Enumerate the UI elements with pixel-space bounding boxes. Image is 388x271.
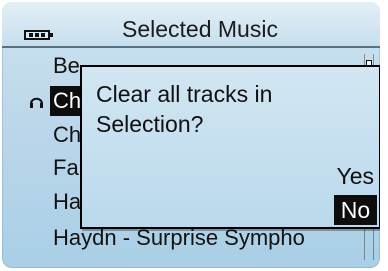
list-item-label: Fa [53,155,79,180]
yes-button[interactable]: Yes [321,162,377,191]
list-item-label: Ha [53,189,82,214]
device-frame: Selected Music Be Ch a Ch d F [0,0,388,271]
screen: Selected Music Be Ch a Ch d F [2,2,380,268]
dialog-message: Clear all tracks in Selection? [96,81,273,137]
page-title: Selected Music [122,16,278,42]
battery-cell [41,33,45,37]
headphones-icon [30,97,43,108]
list-item-label: Be [53,53,80,78]
list-item-label: Ch [53,88,82,113]
confirm-dialog: Clear all tracks in Selection? Yes No [80,65,380,229]
battery-cell [29,33,33,37]
battery-icon [24,30,53,40]
battery-cell [35,33,39,37]
header-bar: Selected Music [2,2,380,48]
no-button[interactable]: No [334,195,377,225]
list-item-label: Ch [53,122,82,147]
